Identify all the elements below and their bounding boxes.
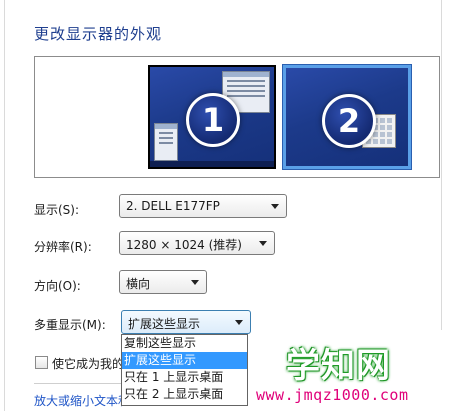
multiple-displays-select[interactable]: 扩展这些显示: [121, 310, 251, 334]
page-title: 更改显示器的外观: [34, 25, 163, 43]
chevron-down-icon: [259, 241, 267, 246]
chevron-down-icon: [235, 320, 243, 325]
main-display-checkbox[interactable]: [35, 356, 48, 369]
monitor-1-number: 1: [186, 93, 240, 147]
display-select[interactable]: 2. DELL E177FP: [119, 194, 287, 218]
orientation-select[interactable]: 横向: [119, 270, 207, 294]
dropdown-option-duplicate[interactable]: 复制这些显示: [122, 335, 247, 352]
monitor-1[interactable]: 1: [148, 65, 276, 169]
divider: [34, 383, 122, 384]
resolution-select[interactable]: 1280 × 1024 (推荐): [119, 231, 275, 255]
dropdown-option-only-1[interactable]: 只在 1 上显示桌面: [122, 369, 247, 386]
multiple-displays-label: 多重显示(M):: [34, 318, 106, 332]
window-thumbnail: [154, 123, 178, 161]
text-size-link[interactable]: 放大或缩小文本和其他项目: [34, 392, 122, 409]
left-border: [4, 0, 5, 411]
multiple-displays-select-value: 扩展这些显示: [128, 317, 201, 331]
chevron-down-icon: [191, 280, 199, 285]
multiple-displays-dropdown: 复制这些显示 扩展这些显示 只在 1 上显示桌面 只在 2 上显示桌面: [121, 334, 248, 406]
monitor-arrangement-panel: 1 2: [34, 56, 440, 178]
orientation-select-value: 横向: [126, 277, 151, 291]
resolution-label: 分辨率(R):: [34, 240, 92, 254]
watermark-logo: 学知网: [286, 346, 391, 386]
monitor-2-number: 2: [322, 94, 376, 148]
right-border: [441, 0, 442, 330]
dropdown-option-only-2[interactable]: 只在 2 上显示桌面: [122, 386, 247, 403]
display-label: 显示(S):: [34, 203, 80, 217]
chevron-down-icon: [271, 204, 279, 209]
dropdown-option-extend[interactable]: 扩展这些显示: [122, 352, 247, 369]
taskbar: [150, 161, 274, 167]
monitor-2[interactable]: 2: [282, 64, 412, 170]
resolution-select-value: 1280 × 1024 (推荐): [126, 238, 242, 252]
main-display-checkbox-label: 使它成为我的主显示器: [52, 357, 122, 371]
display-select-value: 2. DELL E177FP: [126, 199, 220, 213]
watermark-url: www.jmqz1000.com: [256, 386, 409, 404]
orientation-label: 方向(O):: [34, 279, 81, 293]
